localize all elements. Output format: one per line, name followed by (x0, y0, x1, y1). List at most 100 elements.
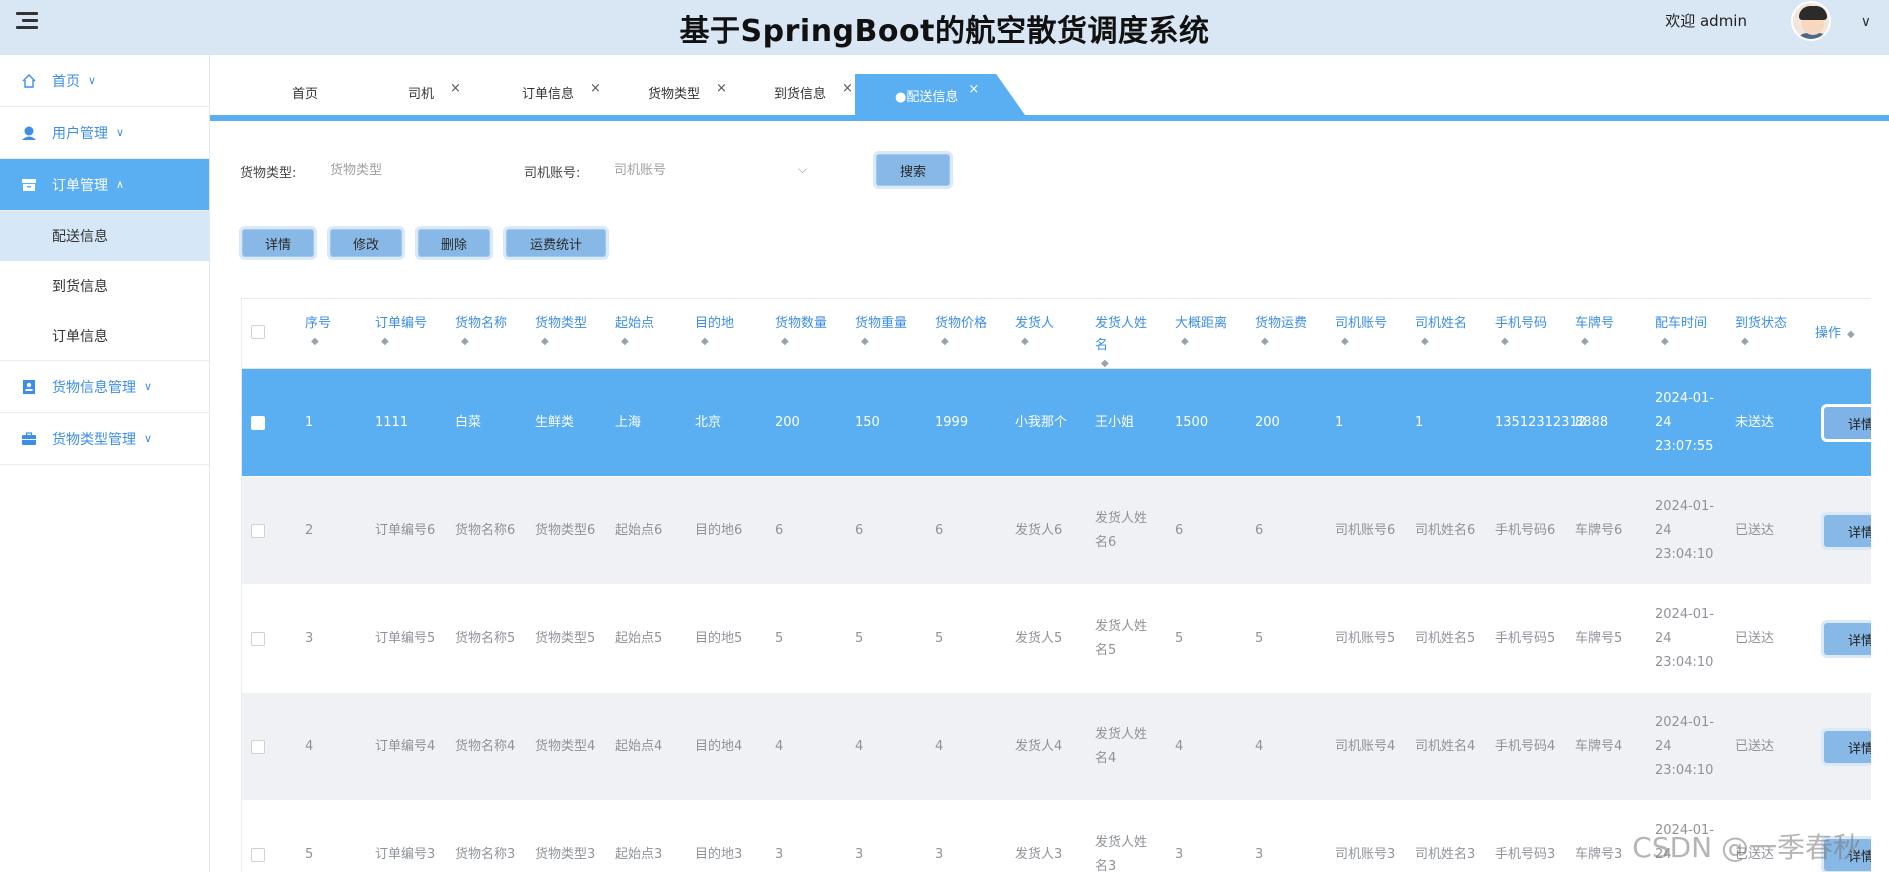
column-header[interactable]: 车牌号 ◆ (1575, 313, 1637, 347)
sort-icon[interactable]: ◆ (1421, 337, 1477, 347)
column-header[interactable]: 目的地 ◆ (695, 313, 757, 347)
tab-driver[interactable]: 司机 × (408, 74, 461, 110)
row-checkbox[interactable] (251, 848, 265, 862)
sidebar-subitem-delivery[interactable]: 配送信息 (0, 211, 209, 261)
chevron-down-icon: ∨ (144, 432, 153, 445)
tab-delivery-info[interactable]: ●配送信息 × (855, 74, 1025, 115)
table-cell: 发货人3 (1015, 847, 1063, 862)
sort-icon[interactable]: ◆ (941, 337, 997, 347)
tab-cargo-type[interactable]: 货物类型 × (648, 74, 727, 110)
column-header[interactable]: 司机姓名 ◆ (1415, 313, 1477, 347)
chevron-up-icon: ∧ (116, 178, 125, 191)
row-checkbox[interactable] (251, 524, 265, 538)
chevron-down-icon[interactable]: ∨ (1861, 14, 1871, 30)
sort-icon[interactable]: ◆ (1101, 359, 1157, 369)
column-header[interactable]: 序号 ◆ (305, 313, 355, 347)
sort-icon[interactable]: ◆ (861, 337, 917, 347)
sort-icon[interactable]: ◆ (461, 337, 517, 347)
detail-button[interactable]: 详情 (242, 229, 314, 257)
sort-icon[interactable]: ◆ (381, 337, 437, 347)
sort-icon[interactable]: ◆ (1581, 337, 1637, 347)
column-header[interactable]: 起始点 ◆ (615, 313, 677, 347)
column-header[interactable]: 发货人姓名 ◆ (1095, 313, 1157, 369)
table-cell: 1 (1415, 415, 1424, 430)
column-header-label: 货物价格 (935, 316, 988, 331)
column-header[interactable]: 到货状态 ◆ (1735, 313, 1797, 347)
sort-icon[interactable]: ◆ (1181, 337, 1237, 347)
column-header[interactable]: 货物重量 ◆ (855, 313, 917, 347)
sort-icon[interactable]: ◆ (1847, 329, 1855, 340)
row-detail-button[interactable]: 详情 (1824, 623, 1871, 655)
row-detail-button[interactable]: 详情 (1824, 731, 1871, 763)
row-detail-button[interactable]: 详情 (1824, 515, 1871, 547)
sidebar-item-cargo-type[interactable]: 货物类型管理 ∨ (0, 413, 209, 465)
table-cell: 4 (1175, 739, 1184, 754)
freight-stats-button[interactable]: 运费统计 (506, 229, 606, 257)
table-cell: 5 (1255, 631, 1264, 646)
select-all-checkbox[interactable] (251, 325, 265, 339)
column-header[interactable]: 发货人 ◆ (1015, 313, 1077, 347)
edit-button[interactable]: 修改 (330, 229, 402, 257)
column-header[interactable]: 操作 ◆ (1815, 323, 1865, 345)
sort-icon[interactable]: ◆ (1661, 337, 1717, 347)
tab-arrival-info[interactable]: 到货信息 × (774, 74, 853, 110)
sort-icon[interactable]: ◆ (1501, 337, 1557, 347)
search-button[interactable]: 搜索 (876, 154, 950, 186)
delete-button[interactable]: 删除 (418, 229, 490, 257)
sidebar-item-users[interactable]: 用户管理 ∨ (0, 107, 209, 159)
home-icon (20, 72, 38, 90)
row-detail-button[interactable]: 详情 (1824, 407, 1871, 439)
table-row[interactable]: 2 订单编号6 货物名称6 货物类型6 起始点6 目的地6 6 6 6 发货人6 发货人姓名6 6 6 司… (242, 477, 1871, 585)
close-icon[interactable]: × (590, 81, 601, 96)
sidebar-subitem-order[interactable]: 订单信息 (0, 311, 209, 361)
sort-icon[interactable]: ◆ (1021, 337, 1077, 347)
column-header[interactable]: 订单编号 ◆ (375, 313, 437, 347)
close-icon[interactable]: × (842, 81, 853, 96)
sort-icon[interactable]: ◆ (781, 337, 837, 347)
driver-account-select[interactable] (614, 158, 794, 182)
tab-home[interactable]: 首页 (292, 74, 318, 110)
table-cell: 已送达 (1735, 523, 1775, 538)
table-cell: 4 (935, 739, 944, 754)
column-header[interactable]: 货物运费 ◆ (1255, 313, 1317, 347)
close-icon[interactable]: × (716, 81, 727, 96)
tab-label: 首页 (292, 86, 319, 102)
column-header[interactable]: 司机账号 ◆ (1335, 313, 1397, 347)
sort-icon[interactable]: ◆ (311, 337, 355, 347)
column-header[interactable]: 货物价格 ◆ (935, 313, 997, 347)
table-row[interactable]: 4 订单编号4 货物名称4 货物类型4 起始点4 目的地4 4 4 4 发货人4 发货人姓名4 4 4 司… (242, 693, 1871, 801)
tab-order-info[interactable]: 订单信息 × (522, 74, 601, 110)
column-header[interactable]: 大概距离 ◆ (1175, 313, 1237, 347)
column-header[interactable]: 配车时间 ◆ (1655, 313, 1717, 347)
table-row[interactable]: 3 订单编号5 货物名称5 货物类型5 起始点5 目的地5 5 5 5 发货人5 发货人姓名5 5 5 司… (242, 585, 1871, 693)
table-row[interactable]: 5 订单编号3 货物名称3 货物类型3 起始点3 目的地3 3 3 3 发货人3 发货人姓名3 3 3 司… (242, 801, 1871, 872)
chevron-down-icon[interactable]: ⌵ (798, 162, 807, 177)
table-cell: 6 (1175, 523, 1184, 538)
sidebar-item-cargo-info[interactable]: 货物信息管理 ∨ (0, 361, 209, 413)
table-cell: 已送达 (1735, 631, 1775, 646)
row-checkbox[interactable] (251, 740, 265, 754)
sidebar-item-home[interactable]: 首页 ∨ (0, 55, 209, 107)
column-header[interactable]: 货物数量 ◆ (775, 313, 837, 347)
table-cell: 200 (775, 415, 800, 430)
sort-icon[interactable]: ◆ (541, 337, 597, 347)
row-checkbox[interactable] (251, 632, 265, 646)
close-icon[interactable]: × (968, 82, 979, 97)
archive-icon (20, 176, 38, 194)
sort-icon[interactable]: ◆ (701, 337, 757, 347)
sidebar-item-orders[interactable]: 订单管理 ∧ (0, 159, 209, 211)
close-icon[interactable]: × (450, 81, 461, 96)
sort-icon[interactable]: ◆ (1341, 337, 1397, 347)
sort-icon[interactable]: ◆ (1741, 337, 1797, 347)
sort-icon[interactable]: ◆ (621, 337, 677, 347)
column-header[interactable]: 手机号码 ◆ (1495, 313, 1557, 347)
sort-icon[interactable]: ◆ (1261, 337, 1317, 347)
sidebar-subitem-arrival[interactable]: 到货信息 (0, 261, 209, 311)
avatar[interactable] (1791, 1, 1831, 41)
cargo-type-input[interactable] (330, 158, 490, 182)
column-header[interactable]: 货物类型 ◆ (535, 313, 597, 347)
table-header: 序号 ◆ 订单编号 ◆ 货物名称 ◆ 货物类型 ◆ 起始点 ◆ 目的地 ◆ 货物数量 ◆ 货物重量 ◆ 货物价格… (242, 299, 1871, 369)
table-row[interactable]: 1 1111 白菜 生鲜类 上海 北京 200 150 1999 小我那个 王小姐 1500 200 1 1… (242, 369, 1871, 477)
column-header[interactable]: 货物名称 ◆ (455, 313, 517, 347)
row-checkbox[interactable] (251, 416, 265, 430)
